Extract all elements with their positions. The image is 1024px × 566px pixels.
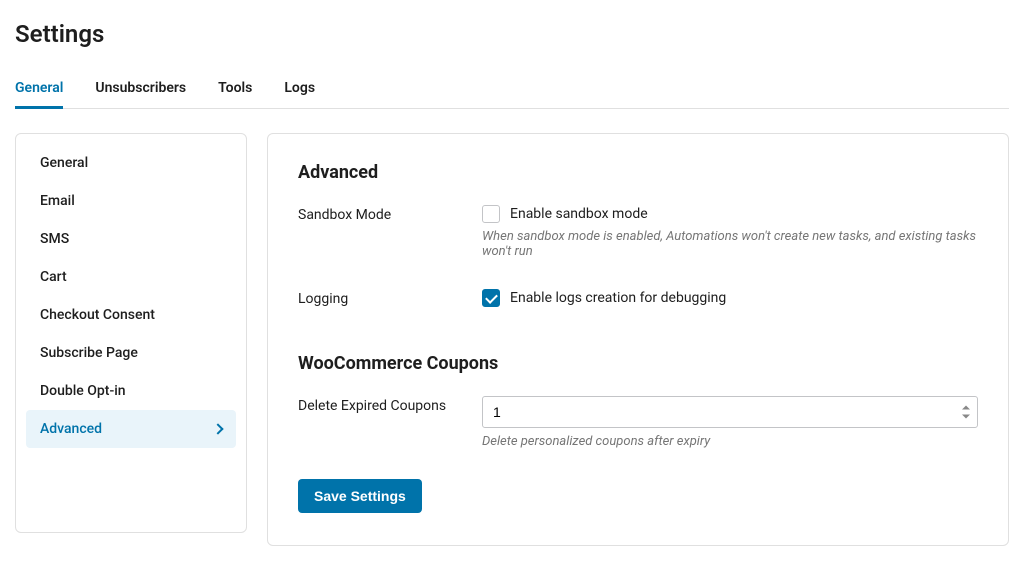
section-heading-coupons: WooCommerce Coupons	[298, 353, 978, 374]
sidebar-item-label: Subscribe Page	[40, 345, 138, 361]
form-row-sandbox: Sandbox Mode Enable sandbox mode When sa…	[298, 205, 978, 259]
sidebar-item-label: Cart	[40, 269, 67, 285]
sidebar-item-subscribe-page[interactable]: Subscribe Page	[26, 334, 236, 372]
main-panel: Advanced Sandbox Mode Enable sandbox mod…	[267, 133, 1009, 546]
form-row-delete-expired: Delete Expired Coupons Delete personaliz…	[298, 396, 978, 449]
sidebar-item-label: Double Opt-in	[40, 383, 126, 399]
page-title: Settings	[15, 20, 1009, 48]
help-text-delete-expired: Delete personalized coupons after expiry	[482, 434, 978, 449]
section-heading-advanced: Advanced	[298, 162, 978, 183]
sidebar-item-email[interactable]: Email	[26, 182, 236, 220]
sidebar-item-label: General	[40, 155, 88, 171]
label-sandbox-mode: Sandbox Mode	[298, 205, 482, 223]
sidebar-item-cart[interactable]: Cart	[26, 258, 236, 296]
checkbox-sandbox-mode[interactable]	[482, 205, 500, 223]
sidebar-item-label: SMS	[40, 231, 69, 247]
sidebar-item-general[interactable]: General	[26, 144, 236, 182]
help-text-sandbox: When sandbox mode is enabled, Automation…	[482, 229, 978, 259]
sidebar-item-label: Advanced	[40, 421, 102, 437]
sidebar-item-checkout-consent[interactable]: Checkout Consent	[26, 296, 236, 334]
checkbox-logging[interactable]	[482, 289, 500, 307]
label-delete-expired: Delete Expired Coupons	[298, 396, 482, 414]
form-row-logging: Logging Enable logs creation for debuggi…	[298, 289, 978, 313]
sidebar-item-label: Email	[40, 193, 75, 209]
tabs-nav: General Unsubscribers Tools Logs	[15, 72, 1009, 109]
input-delete-expired-days[interactable]	[482, 396, 978, 428]
sidebar-item-advanced[interactable]: Advanced	[26, 410, 236, 448]
settings-sidebar: General Email SMS Cart Checkout Consent …	[15, 133, 247, 533]
label-logging: Logging	[298, 289, 482, 307]
sidebar-item-label: Checkout Consent	[40, 307, 155, 323]
chevron-right-icon	[212, 423, 223, 434]
tab-logs[interactable]: Logs	[284, 72, 315, 108]
sidebar-item-sms[interactable]: SMS	[26, 220, 236, 258]
sidebar-item-double-optin[interactable]: Double Opt-in	[26, 372, 236, 410]
tab-general[interactable]: General	[15, 72, 63, 108]
checkbox-label-logging: Enable logs creation for debugging	[510, 290, 726, 306]
stepper-up-icon[interactable]	[960, 404, 972, 412]
tab-unsubscribers[interactable]: Unsubscribers	[95, 72, 186, 108]
tab-tools[interactable]: Tools	[218, 72, 252, 108]
stepper-down-icon[interactable]	[960, 413, 972, 421]
checkbox-label-sandbox: Enable sandbox mode	[510, 206, 648, 222]
save-settings-button[interactable]: Save Settings	[298, 479, 422, 513]
number-stepper	[960, 404, 972, 421]
